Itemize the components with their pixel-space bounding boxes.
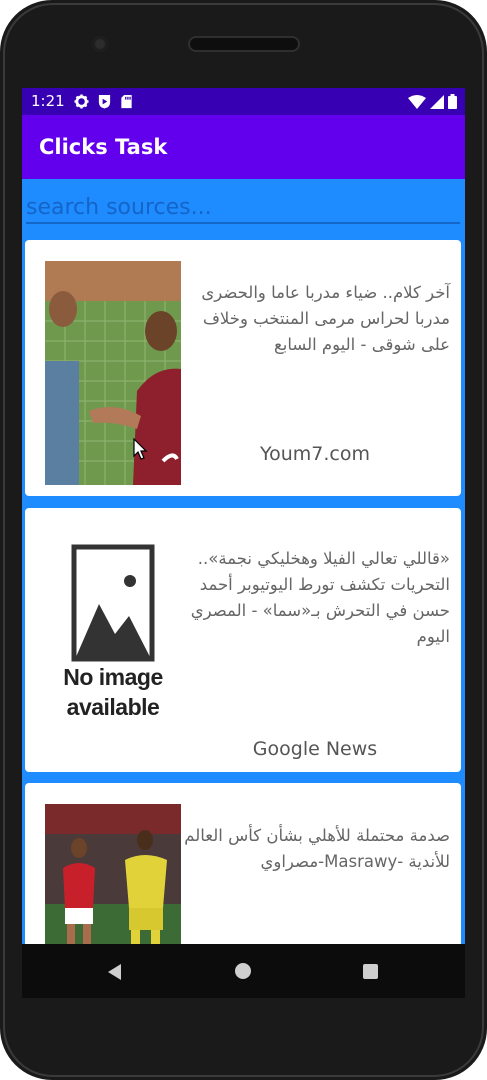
earpiece-speaker xyxy=(190,38,298,50)
settings-icon xyxy=(74,94,89,109)
image-placeholder-icon xyxy=(71,544,155,662)
article-thumbnail xyxy=(45,261,181,485)
status-bar: 1:21 xyxy=(22,88,465,115)
app-bar: Clicks Task xyxy=(22,115,465,179)
search-input[interactable] xyxy=(26,192,460,224)
news-card[interactable]: صدمة محتملة للأهلي بشأن كأس العالم للأند… xyxy=(25,783,461,944)
news-card[interactable]: آخر كلام.. ضياء مدربا عاما والحضرى مدربا… xyxy=(25,240,461,496)
sd-card-icon xyxy=(121,94,132,109)
article-thumbnail xyxy=(45,804,181,944)
back-icon[interactable] xyxy=(108,964,121,980)
app-title: Clicks Task xyxy=(39,135,168,159)
front-camera xyxy=(92,36,108,52)
battery-icon xyxy=(448,94,457,109)
screen: 1:21 Clicks Task search sources... آخر ك… xyxy=(22,88,465,944)
navigation-bar xyxy=(22,944,465,998)
no-image-text-line1: No image xyxy=(63,664,163,690)
article-headline: «قاللي تعالي الفيلا وهخليكي نجمة».. التح… xyxy=(190,549,450,646)
mouse-cursor-icon xyxy=(133,438,148,460)
home-icon[interactable] xyxy=(235,963,251,979)
no-image-text-line2: available xyxy=(66,694,160,720)
no-image-placeholder: No image available xyxy=(45,542,181,742)
recent-apps-icon[interactable] xyxy=(363,964,378,979)
article-source: Youm7.com xyxy=(260,443,370,465)
article-source: Google News xyxy=(252,738,378,760)
signal-icon xyxy=(430,94,444,109)
play-protect-icon xyxy=(98,94,111,109)
article-headline: آخر كلام.. ضياء مدربا عاما والحضرى مدربا… xyxy=(201,283,450,354)
article-headline: صدمة محتملة للأهلي بشأن كأس العالم للأند… xyxy=(184,826,450,871)
status-time: 1:21 xyxy=(31,92,65,110)
wifi-icon xyxy=(408,94,426,109)
news-card[interactable]: No image available «قاللي تعالي الفيلا و… xyxy=(25,508,461,772)
